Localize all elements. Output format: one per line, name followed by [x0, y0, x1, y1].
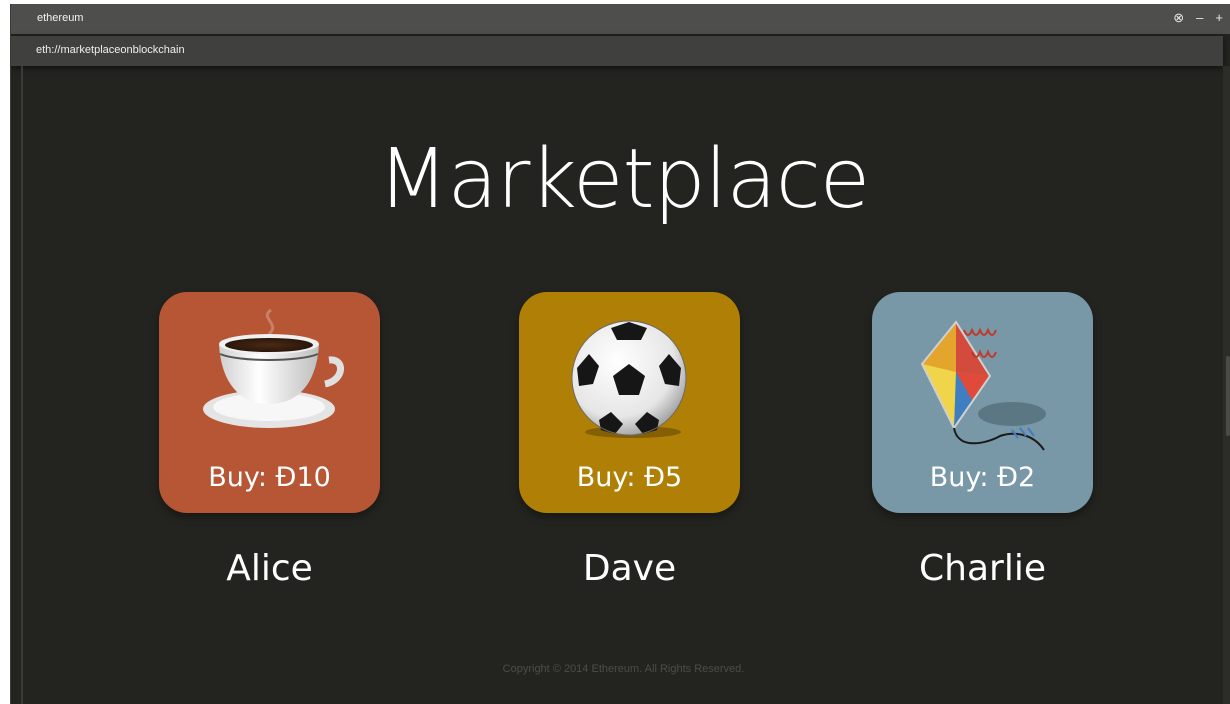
buy-button-label[interactable]: Buy: Đ10 — [159, 462, 380, 493]
buy-card-charlie[interactable]: Buy: Đ2 — [872, 292, 1093, 513]
window-title: ethereum — [37, 12, 84, 24]
window-controls: ⊗ – + — [1173, 10, 1223, 26]
buy-button-label[interactable]: Buy: Đ2 — [872, 462, 1093, 493]
page-title: Marketplace — [377, 132, 871, 227]
seller-name-dave: Dave — [582, 548, 677, 589]
buy-card-alice[interactable]: Buy: Đ10 — [159, 292, 380, 513]
close-window-button[interactable]: ⊗ — [1173, 10, 1184, 26]
scrollbar-thumb[interactable] — [1226, 356, 1230, 436]
maximize-window-button[interactable]: + — [1215, 10, 1223, 26]
buy-card-dave[interactable]: Buy: Đ5 — [519, 292, 740, 513]
seller-name-charlie: Charlie — [919, 548, 1046, 589]
copyright-footer: Copyright © 2014 Ethereum. All Rights Re… — [502, 663, 745, 675]
minimize-window-button[interactable]: – — [1196, 10, 1203, 26]
title-bar: ethereum ⊗ – + — [11, 4, 1230, 34]
buy-button-label[interactable]: Buy: Đ5 — [519, 462, 740, 493]
browser-window: ethereum ⊗ – + eth://marketplaceonblockc… — [10, 4, 1230, 704]
seller-name-alice: Alice — [226, 548, 313, 589]
address-bar[interactable]: eth://marketplaceonblockchain — [11, 36, 1223, 66]
address-url[interactable]: eth://marketplaceonblockchain — [36, 44, 185, 56]
